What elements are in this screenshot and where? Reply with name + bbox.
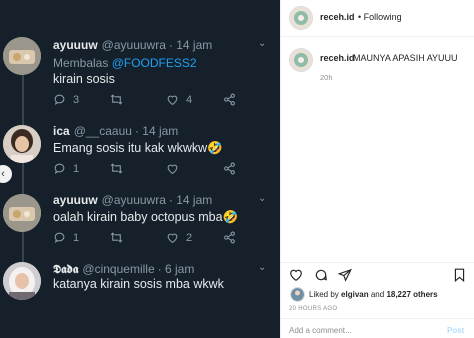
profile-avatar[interactable] [289,6,313,30]
tweet-text: katanya kirain sosis mba wkwk [53,277,224,291]
post-image: ayuuuw @ayuuuwra · 14 jam ⌄ Membalas @FOOD… [0,0,280,338]
comment-box[interactable]: Add a comment... Post [281,318,474,338]
display-name[interactable]: ayuuuw [53,193,98,207]
username-link[interactable]: receh.id [320,12,355,22]
separator: · [134,124,139,138]
likes-summary: Liked by elgivan and 18,227 others [309,290,438,299]
comment-icon[interactable] [314,268,328,282]
send-icon[interactable] [338,268,352,282]
tweet-header: 𝕯𝖆𝖉𝖆 @cinquemille · 6 jam [53,262,194,277]
like-count: 4 [186,93,193,106]
timestamp[interactable]: 14 jam [176,38,212,52]
tweet-text: oalah kirain baby octopus mba🤣 [53,210,239,224]
tweet-header: ica @__caauu · 14 jam [53,124,178,138]
like-button[interactable]: 2 [166,231,192,244]
display-name[interactable]: ica [53,124,70,138]
handle[interactable]: @cinquemille [82,262,154,276]
share-icon [224,93,235,106]
bookmark-icon[interactable] [453,268,466,282]
handle[interactable]: @__caauu [74,124,132,138]
caption-username[interactable]: receh.id [320,53,355,63]
chevron-down-icon[interactable]: ⌄ [258,193,266,204]
avatar[interactable] [3,194,41,232]
caption-text: MAUNYA APASIH AYUUU [353,53,458,63]
post-sidebar: receh.id • Following receh.id MAUNYA APA… [280,0,474,338]
avatar[interactable] [3,262,41,300]
display-name[interactable]: ayuuuw [53,38,98,52]
like-button[interactable] [166,162,179,175]
reply-to: Membalas @FOODFESS2 [53,56,197,70]
timestamp[interactable]: 14 jam [142,124,178,138]
reply-icon [54,94,65,106]
tweet-header: ayuuuw @ayuuuwra · 14 jam [53,38,212,52]
likes-count[interactable]: 18,227 others [386,290,437,299]
separator: · [168,193,173,207]
tweet-actions: 3 4 [53,93,253,109]
reply-count: 3 [73,93,80,106]
timestamp[interactable]: 14 jam [176,193,212,207]
reply-button[interactable]: 1 [53,231,79,244]
tweet-actions: 1 2 [53,231,253,247]
likes-prefix: Liked by [309,290,339,299]
retweet-button[interactable] [109,93,124,106]
retweet-icon [110,232,123,243]
reply-mention[interactable]: @FOODFESS2 [112,56,197,70]
share-button[interactable] [223,231,236,244]
following-status[interactable]: • Following [358,12,402,22]
heart-icon[interactable] [289,268,303,282]
reply-icon [54,163,65,175]
comment-input[interactable]: Add a comment... [289,326,352,335]
separator: · [157,262,162,276]
retweet-button[interactable] [109,231,124,244]
avatar[interactable] [3,125,41,163]
share-icon [224,231,235,244]
chevron-down-icon[interactable]: ⌄ [258,38,266,49]
tweet-actions: 1 [53,162,253,178]
carousel-prev-button[interactable]: ‹ [0,165,12,183]
reply-button[interactable]: 1 [53,162,79,175]
like-count: 2 [186,231,193,244]
tweet-text: Emang sosis itu kak wkwkw🤣 [53,141,223,155]
likes-and: and [370,290,385,299]
timestamp[interactable]: 6 jam [165,262,194,276]
tweet-header: ayuuuw @ayuuuwra · 14 jam [53,193,212,207]
share-button[interactable] [223,93,236,106]
reply-count: 1 [73,162,80,175]
thread-line [22,63,24,269]
display-name[interactable]: 𝕯𝖆𝖉𝖆 [53,262,78,276]
reply-icon [54,232,65,244]
post-time[interactable]: 20 HOURS AGO [289,306,337,312]
heart-icon [167,233,178,244]
handle[interactable]: @ayuuuwra [102,193,166,207]
separator: · [168,38,173,52]
retweet-icon [110,94,123,105]
liker-username[interactable]: elgivan [341,290,369,299]
post-comment-button[interactable]: Post [447,326,464,335]
like-button[interactable]: 4 [166,93,192,106]
heart-icon [167,95,178,106]
chevron-down-icon[interactable]: ⌄ [258,262,266,273]
share-icon [224,162,235,175]
share-button[interactable] [223,162,236,175]
post-header: receh.id • Following [281,0,474,37]
retweet-button[interactable] [109,162,124,175]
handle[interactable]: @ayuuuwra [102,38,166,52]
post-actions [281,262,474,286]
caption-time: 20h [320,73,333,82]
liker-avatar[interactable] [290,287,305,302]
avatar[interactable] [3,37,41,75]
caption-avatar[interactable] [289,48,313,72]
reply-count: 1 [73,231,80,244]
tweet-text: kirain sosis [53,72,115,86]
reply-button[interactable]: 3 [53,93,79,106]
reply-prefix: Membalas [53,56,109,70]
heart-icon [167,164,178,175]
retweet-icon [110,163,123,174]
